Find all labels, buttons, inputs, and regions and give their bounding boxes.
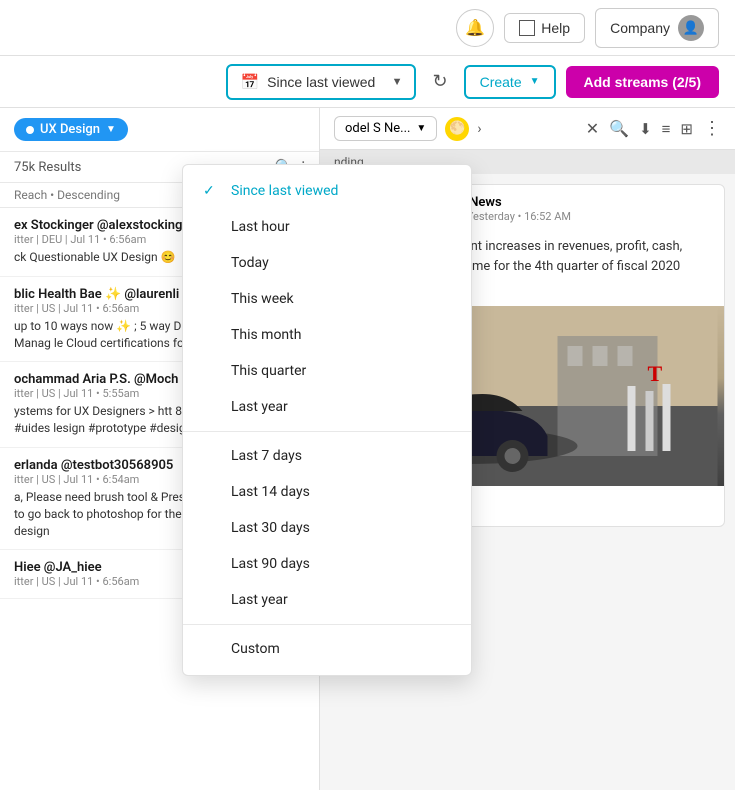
dropdown-divider: [183, 431, 471, 432]
help-label: Help: [541, 20, 570, 36]
add-streams-button[interactable]: Add streams (2/5): [566, 66, 719, 98]
dropdown-item-last-14-days[interactable]: Last 14 days: [183, 474, 471, 510]
sort-label: Reach • Descending: [14, 188, 120, 202]
create-button[interactable]: Create ▼: [464, 65, 556, 99]
dropdown-item-custom[interactable]: Custom: [183, 631, 471, 667]
dropdown-item-this-month[interactable]: This month: [183, 317, 471, 353]
person-icon: 👤: [683, 20, 699, 36]
dropdown-item-last-30-days[interactable]: Last 30 days: [183, 510, 471, 546]
top-bar: 🔔 Help Company 👤: [0, 0, 735, 56]
right-panel-header: odel S Ne... ▼ 🌕 › ✕ 🔍 ⬇ ≡ ⊞ ⋮: [320, 108, 735, 150]
right-search-icon[interactable]: 🔍: [609, 119, 629, 138]
bell-icon: 🔔: [465, 18, 485, 37]
content-area: UX Design ▼ 75k Results 🔍 ⫶ Reach • Desc…: [0, 108, 735, 790]
download-icon[interactable]: ⬇: [639, 120, 652, 138]
right-header-icons: ✕ 🔍 ⬇ ≡ ⊞ ⋮: [586, 118, 721, 139]
dropdown-item-this-week[interactable]: This week: [183, 281, 471, 317]
more-icon[interactable]: ⋮: [703, 118, 721, 139]
stream-name-label: odel S Ne...: [345, 121, 410, 136]
dropdown-item-label: Last 14 days: [231, 484, 310, 500]
create-label: Create: [480, 74, 522, 90]
svg-text:T: T: [648, 361, 663, 386]
dropdown-item-last-year-1[interactable]: Last year: [183, 389, 471, 425]
close-icon[interactable]: ✕: [586, 119, 599, 138]
dropdown-item-this-quarter[interactable]: This quarter: [183, 353, 471, 389]
dropdown-item-label: Last 7 days: [231, 448, 302, 464]
create-chevron-icon: ▼: [530, 76, 540, 87]
dropdown-item-label: Last year: [231, 592, 288, 608]
stream-tag-chevron: ▼: [106, 124, 116, 135]
dropdown-item-label: Since last viewed: [231, 183, 338, 199]
check-icon: ✓: [203, 183, 219, 199]
refresh-icon: ↻: [432, 71, 447, 91]
dropdown-item-last-year-2[interactable]: Last year: [183, 582, 471, 618]
dropdown-item-last-7-days[interactable]: Last 7 days: [183, 438, 471, 474]
dropdown-item-last-hour[interactable]: Last hour: [183, 209, 471, 245]
refresh-button[interactable]: ↻: [426, 65, 453, 98]
dropdown-divider-2: [183, 624, 471, 625]
stream-name-chevron: ▼: [416, 123, 426, 134]
dropdown-item-label: Last 30 days: [231, 520, 310, 536]
emoji-avatar: 🌕: [445, 117, 469, 141]
dropdown-item-last-90-days[interactable]: Last 90 days: [183, 546, 471, 582]
right-expand-icon[interactable]: ›: [477, 121, 481, 137]
dropdown-item-since-last-viewed[interactable]: ✓ Since last viewed: [183, 173, 471, 209]
dropdown-item-label: Last year: [231, 399, 288, 415]
square-icon: [519, 20, 535, 36]
add-streams-label: Add streams (2/5): [584, 74, 701, 90]
dropdown-item-label: This week: [231, 291, 294, 307]
time-filter-dropdown: ✓ Since last viewed Last hour Today This…: [182, 164, 472, 676]
results-count: 75k Results: [14, 160, 81, 175]
stream-name-tag[interactable]: odel S Ne... ▼: [334, 116, 437, 141]
company-label: Company: [610, 20, 670, 36]
toolbar: 📅 Since last viewed ▼ ↻ Create ▼ Add str…: [0, 56, 735, 108]
dropdown-item-label: Custom: [231, 641, 280, 657]
calendar-icon: 📅: [240, 73, 259, 91]
stream-tag-ux-design[interactable]: UX Design ▼: [14, 118, 128, 141]
dropdown-item-label: Last hour: [231, 219, 290, 235]
since-last-viewed-label: Since last viewed: [267, 74, 375, 90]
grid-icon[interactable]: ⊞: [680, 120, 693, 138]
dropdown-item-label: Last 90 days: [231, 556, 310, 572]
dropdown-item-today[interactable]: Today: [183, 245, 471, 281]
since-last-viewed-button[interactable]: 📅 Since last viewed ▼: [226, 64, 416, 100]
avatar: 👤: [678, 15, 704, 41]
filter-icon[interactable]: ≡: [662, 120, 671, 138]
company-button[interactable]: Company 👤: [595, 8, 719, 48]
help-button[interactable]: Help: [504, 13, 585, 43]
chevron-down-icon: ▼: [392, 76, 403, 88]
dropdown-item-label: This quarter: [231, 363, 306, 379]
bell-button[interactable]: 🔔: [456, 9, 494, 47]
left-panel-header: UX Design ▼: [0, 108, 319, 152]
dropdown-item-label: Today: [231, 255, 269, 271]
stream-tag-label: UX Design: [40, 122, 100, 137]
dropdown-item-label: This month: [231, 327, 301, 343]
stream-dot: [26, 126, 34, 134]
